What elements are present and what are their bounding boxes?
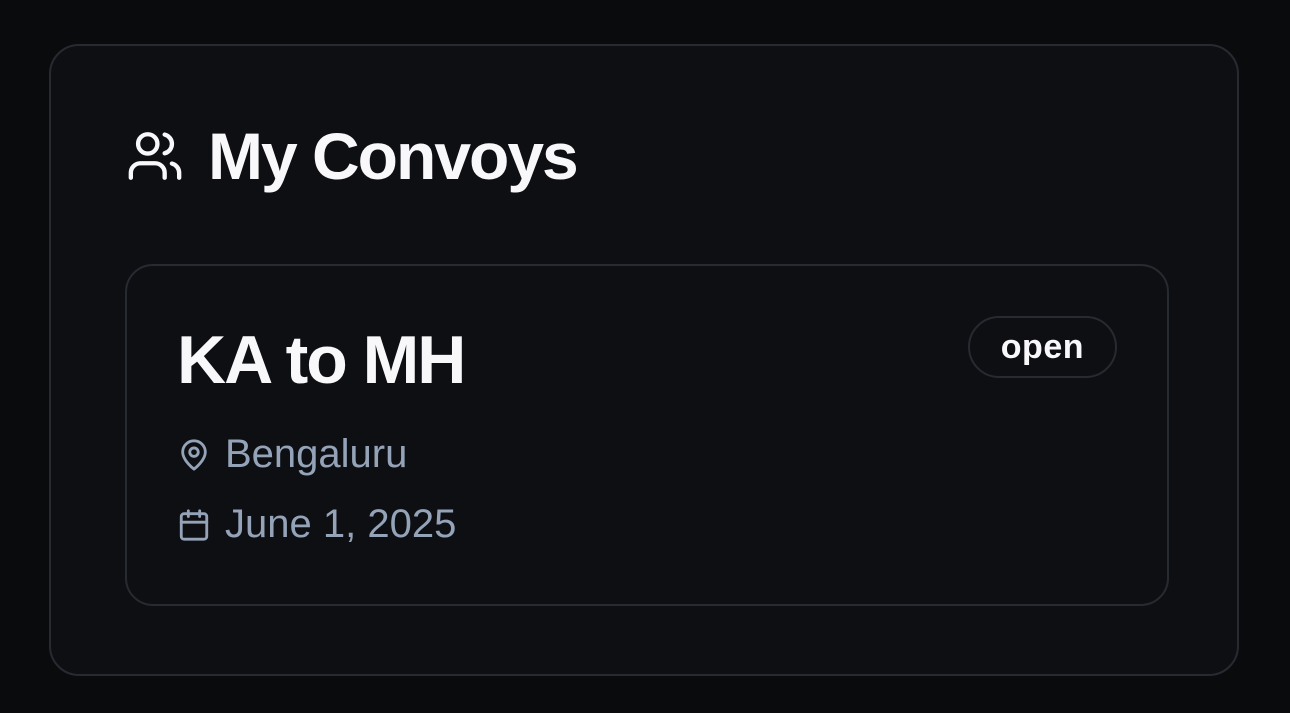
page-title: My Convoys xyxy=(208,119,579,193)
status-badge: open xyxy=(967,316,1117,378)
convoy-location: Bengaluru xyxy=(177,432,407,477)
convoy-title: KA to MH xyxy=(177,322,466,398)
my-convoys-panel: My Convoys KA to MH open Bengaluru June … xyxy=(49,44,1239,676)
convoy-date: June 1, 2025 xyxy=(177,502,456,547)
convoy-card[interactable]: KA to MH open Bengaluru June 1, 2025 xyxy=(125,264,1169,606)
calendar-icon xyxy=(177,505,211,545)
location-text: Bengaluru xyxy=(225,432,408,476)
map-pin-icon xyxy=(177,435,211,475)
date-text: June 1, 2025 xyxy=(225,502,457,546)
panel-header: My Convoys xyxy=(126,116,579,196)
users-icon xyxy=(126,127,184,185)
